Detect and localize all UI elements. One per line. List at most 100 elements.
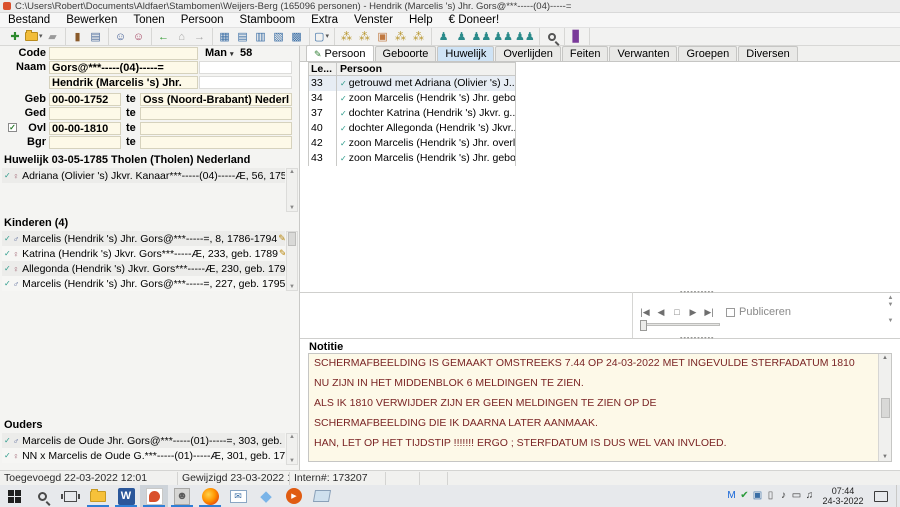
- male-person-icon[interactable]: ☺: [113, 29, 129, 45]
- geb-place-input[interactable]: [140, 93, 292, 106]
- notebook-app[interactable]: [308, 485, 336, 507]
- volume-icon[interactable]: ♪: [777, 485, 790, 507]
- tab-groepen[interactable]: Groepen: [678, 46, 737, 61]
- view-window-icon[interactable]: ▩: [289, 29, 305, 45]
- menu-item-bewerken[interactable]: Bewerken: [58, 13, 125, 27]
- parents-item[interactable]: ✓♂Marcelis de Oude Jhr. Gors@***-----(01…: [2, 433, 285, 448]
- display-icon[interactable]: ▭: [790, 485, 803, 507]
- mini-dropdown[interactable]: ▼: [884, 318, 897, 325]
- children-item[interactable]: ✓♂Marcelis (Hendrik 's) Jhr. Gors@***---…: [2, 276, 285, 291]
- bgr-place-input[interactable]: [140, 136, 292, 149]
- menu-item-stamboom[interactable]: Stamboom: [232, 13, 304, 27]
- children-item[interactable]: ✓♂Marcelis (Hendrik 's) Jhr. Gors@***---…: [2, 231, 285, 246]
- splitter-grip-2[interactable]: ••••••••••: [680, 337, 720, 340]
- view-descendants-icon[interactable]: ▧: [271, 29, 287, 45]
- publish-checkbox[interactable]: [726, 308, 735, 317]
- menu-item-persoon[interactable]: Persoon: [173, 13, 232, 27]
- mail-app[interactable]: ✉: [224, 485, 252, 507]
- malwarebytes-icon[interactable]: M: [725, 485, 738, 507]
- dropdown-caret-icon[interactable]: ▾: [325, 29, 329, 45]
- sound-device-icon[interactable]: ♫: [803, 485, 816, 507]
- surname-input[interactable]: [49, 61, 198, 74]
- col-header-le[interactable]: Le...: [309, 63, 337, 75]
- nav-button-3[interactable]: ▶: [686, 307, 700, 318]
- person-group-icon[interactable]: ♟♟: [472, 29, 492, 45]
- menu-item-bestand[interactable]: Bestand: [0, 13, 58, 27]
- show-desktop-button[interactable]: [896, 485, 900, 507]
- action-center-icon[interactable]: [874, 491, 888, 502]
- explorer-app[interactable]: [84, 485, 112, 507]
- menu-item-venster[interactable]: Venster: [346, 13, 401, 27]
- view-person-icon[interactable]: ▦: [217, 29, 233, 45]
- note-textarea[interactable]: SCHERMAFBEELDING IS GEMAAKT OMSTREEKS 7.…: [308, 353, 892, 462]
- photo-icon[interactable]: ▣: [375, 29, 391, 45]
- parenteel-icon[interactable]: ⁂: [393, 29, 409, 45]
- nav-button-4[interactable]: ▶|: [702, 307, 716, 318]
- stamboom-icon[interactable]: ⁂: [339, 29, 355, 45]
- marriage-item[interactable]: ✓♀Adriana (Olivier 's) Jkvr. Kanaar***--…: [2, 168, 285, 183]
- slider-thumb[interactable]: [640, 320, 647, 331]
- bgr-date-input[interactable]: [49, 136, 121, 149]
- tab-feiten[interactable]: Feiten: [562, 46, 609, 61]
- table-row[interactable]: 40✓dochter Allegonda (Hendrik 's) Jkvr..…: [309, 121, 516, 136]
- clipboard-icon[interactable]: ▯: [764, 485, 777, 507]
- ovl-place-input[interactable]: [140, 122, 292, 135]
- search-icon[interactable]: [544, 29, 560, 45]
- genealogie-icon[interactable]: ⁂: [411, 29, 427, 45]
- ged-date-input[interactable]: [49, 107, 121, 120]
- nav-button-0[interactable]: |◀: [638, 307, 652, 318]
- tray-app-icon[interactable]: ▣: [751, 485, 764, 507]
- note-scrollbar[interactable]: ▲▼: [878, 354, 891, 461]
- ovl-date-input[interactable]: [49, 122, 121, 135]
- mini-scroll-up-down[interactable]: ▲▼: [884, 295, 897, 309]
- col-header-persoon[interactable]: Persoon: [337, 63, 516, 75]
- person-walk-icon[interactable]: ♟: [454, 29, 470, 45]
- splitter-grip[interactable]: ••••••••••: [680, 291, 720, 294]
- person-group2-icon[interactable]: ♟♟: [493, 29, 513, 45]
- photos-app[interactable]: ☻: [168, 485, 196, 507]
- menu-item-extra[interactable]: Extra: [303, 13, 346, 27]
- tab-persoon[interactable]: ✎Persoon: [306, 45, 374, 61]
- parents-item[interactable]: ✓♀NN x Marcelis de Oude G.***-----(01)--…: [2, 448, 285, 463]
- surname-extra-input[interactable]: [199, 61, 292, 74]
- view-family-icon[interactable]: ▤: [235, 29, 251, 45]
- back-icon[interactable]: ←: [156, 29, 172, 45]
- person-pair-icon[interactable]: ♟♟: [515, 29, 535, 45]
- code-input[interactable]: [49, 47, 198, 60]
- marriage-scrollbar[interactable]: ▲▼: [286, 168, 298, 212]
- table-row[interactable]: 42✓zoon Marcelis (Hendrik 's) Jhr. overl…: [309, 136, 516, 151]
- tab-huwelijk[interactable]: Huwelijk: [437, 46, 494, 61]
- tab-geboorte[interactable]: Geboorte: [375, 46, 437, 61]
- tab-overlijden[interactable]: Overlijden: [495, 46, 561, 61]
- home-icon[interactable]: ⌂: [174, 29, 190, 45]
- nav-button-1[interactable]: ◀: [654, 307, 668, 318]
- taskbar-search-button[interactable]: [28, 485, 56, 507]
- table-row[interactable]: 43✓zoon Marcelis (Hendrik 's) Jhr. gebo.…: [309, 151, 516, 166]
- sex-dropdown[interactable]: Man: [205, 47, 234, 59]
- givenname-input[interactable]: [49, 76, 198, 89]
- title-bar[interactable]: C:\Users\Robert\Documents\Aldfaer\Stambo…: [0, 0, 900, 13]
- children-item[interactable]: ✓♀Katrina (Hendrik 's) Jkvr. Gors***----…: [2, 246, 285, 261]
- save-icon[interactable]: ▰: [45, 29, 61, 45]
- word-app[interactable]: W: [112, 485, 140, 507]
- window-layout-icon[interactable]: ▢▾: [314, 29, 330, 45]
- quicksupport-app[interactable]: ◆: [252, 485, 280, 507]
- forward-icon[interactable]: →: [192, 29, 208, 45]
- zoom-slider[interactable]: [640, 323, 720, 326]
- menu-item-help[interactable]: Help: [401, 13, 441, 27]
- security-check-icon[interactable]: ✔: [738, 485, 751, 507]
- tab-diversen[interactable]: Diversen: [738, 46, 797, 61]
- children-scrollbar[interactable]: ▼: [286, 231, 298, 291]
- geb-date-input[interactable]: [49, 93, 121, 106]
- open-archive-icon[interactable]: ▾: [25, 29, 43, 45]
- firefox-app[interactable]: [196, 485, 224, 507]
- start-button[interactable]: [0, 485, 28, 507]
- new-person-icon[interactable]: ✚: [7, 29, 23, 45]
- person-single-icon[interactable]: ♟: [436, 29, 452, 45]
- exit-icon[interactable]: ▮: [70, 29, 86, 45]
- help-book-icon[interactable]: ▊: [569, 29, 585, 45]
- givenname-extra-input[interactable]: [199, 76, 292, 89]
- kwartierstaat-icon[interactable]: ⁂: [357, 29, 373, 45]
- taskbar-clock[interactable]: 07:44 24-3-2022: [820, 486, 866, 507]
- parents-scrollbar[interactable]: ▲▼: [286, 433, 298, 465]
